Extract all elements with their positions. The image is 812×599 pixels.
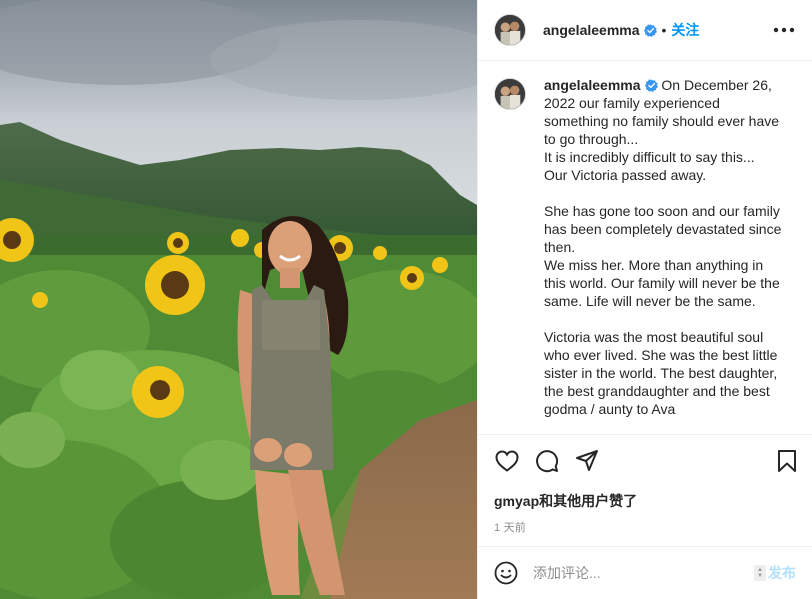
heart-icon[interactable] xyxy=(494,448,520,474)
avatar-image xyxy=(495,15,525,45)
comments-scroll-area[interactable]: angelaleemma On December 26, 2022 our fa… xyxy=(478,62,812,434)
resize-grip-icon: ▲ ▼ xyxy=(754,565,766,581)
caption-username[interactable]: angelaleemma xyxy=(544,77,641,93)
emoji-icon[interactable] xyxy=(494,561,518,585)
caption-body: On December 26, 2022 our family experien… xyxy=(544,77,782,417)
bookmark-icon[interactable] xyxy=(774,448,800,474)
actions-area: gmyap和其他用户赞了 1 天前 xyxy=(478,434,812,535)
post-details-panel: angelaleemma • 关注 angelaleemma On Decemb… xyxy=(477,0,812,599)
verified-badge-icon xyxy=(644,79,658,92)
follow-button[interactable]: 关注 xyxy=(671,20,699,40)
comment-box: ▲▼ 发布 xyxy=(478,546,812,599)
caption-avatar[interactable] xyxy=(494,78,526,110)
post-comment-button[interactable]: ▲ ▼ 发布 xyxy=(754,563,796,583)
header-username[interactable]: angelaleemma xyxy=(543,22,640,38)
post-comment-label: 发布 xyxy=(768,565,796,581)
verified-badge-icon xyxy=(643,23,657,37)
action-bar xyxy=(478,435,812,487)
caption-row: angelaleemma On December 26, 2022 our fa… xyxy=(494,76,796,418)
avatar-image xyxy=(495,79,525,109)
avatar[interactable] xyxy=(494,14,526,46)
post-timestamp[interactable]: 1 天前 xyxy=(478,511,812,535)
comment-icon[interactable] xyxy=(534,448,560,474)
post-header: angelaleemma • 关注 xyxy=(478,0,812,61)
comment-input[interactable] xyxy=(533,565,754,581)
likes-summary[interactable]: gmyap和其他用户赞了 xyxy=(478,487,812,511)
separator-dot: • xyxy=(661,22,667,38)
photo-illustration xyxy=(0,0,477,599)
more-options-icon[interactable] xyxy=(772,18,796,42)
share-icon[interactable] xyxy=(574,448,600,474)
post-photo[interactable] xyxy=(0,0,477,599)
caption-text: angelaleemma On December 26, 2022 our fa… xyxy=(544,76,783,418)
